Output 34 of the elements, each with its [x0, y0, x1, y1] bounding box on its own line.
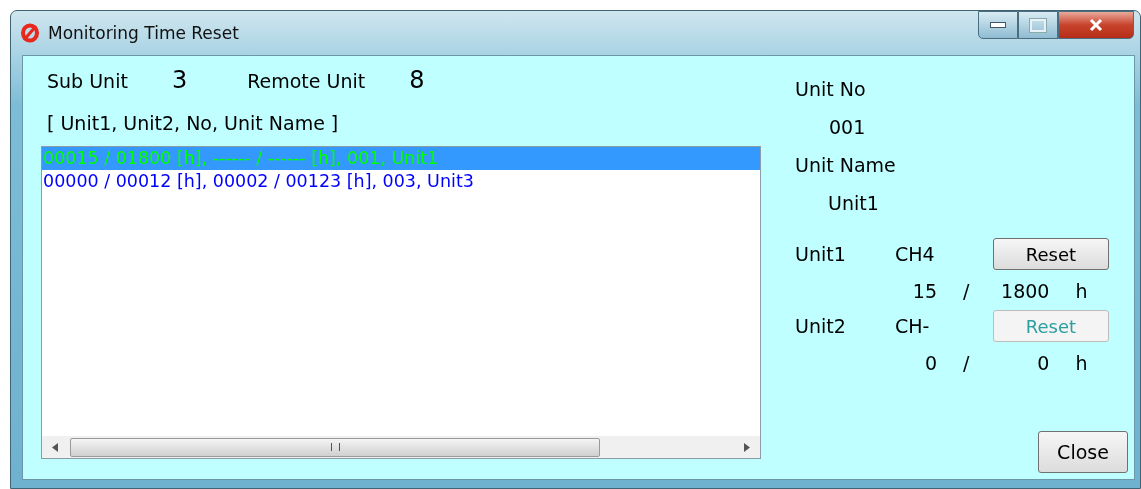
- channel-label: CH-: [895, 315, 931, 337]
- used-hours: 0: [923, 352, 937, 374]
- scrollbar-thumb[interactable]: [70, 437, 600, 457]
- close-icon[interactable]: [1088, 18, 1104, 32]
- slash-separator: /: [963, 280, 970, 302]
- remote-unit-value: 8: [409, 66, 425, 94]
- unit-name-value: Unit1: [827, 192, 880, 216]
- unit-no-label: Unit No: [795, 78, 867, 102]
- unit-no-value: 001: [828, 116, 867, 140]
- minimize-button[interactable]: [978, 11, 1018, 39]
- channel-label: CH4: [895, 243, 936, 265]
- scroll-right-icon[interactable]: [744, 442, 750, 452]
- limit-hours: 1800: [1000, 280, 1050, 302]
- maximize-button[interactable]: [1018, 11, 1058, 39]
- reset-button[interactable]: Reset: [993, 238, 1109, 270]
- limit-hours: 0: [1036, 352, 1050, 374]
- sub-unit-value: 3: [171, 66, 188, 94]
- close-window-button[interactable]: [1058, 11, 1134, 39]
- unit-label: Unit2: [795, 315, 847, 337]
- unit-label: Unit1: [795, 243, 847, 265]
- window-title: Monitoring Time Reset: [48, 23, 239, 43]
- list-row[interactable]: 00000 / 00012 [h], 00002 / 00123 [h], 003, Unit3: [42, 170, 760, 193]
- hours-unit: h: [1075, 352, 1088, 374]
- app-logo-icon: [20, 23, 40, 43]
- remote-unit-label: Remote Unit: [247, 70, 366, 92]
- unit-name-label: Unit Name: [795, 154, 897, 178]
- used-hours: 15: [911, 280, 937, 302]
- scroll-left-icon[interactable]: [52, 442, 58, 452]
- close-button[interactable]: Close: [1038, 431, 1128, 473]
- sub-unit-label: Sub Unit: [47, 70, 128, 92]
- hours-unit: h: [1075, 280, 1088, 302]
- horizontal-scrollbar[interactable]: [42, 436, 760, 458]
- slash-separator: /: [963, 352, 970, 374]
- list-heading: [ Unit1, Unit2, No, Unit Name ]: [46, 111, 340, 136]
